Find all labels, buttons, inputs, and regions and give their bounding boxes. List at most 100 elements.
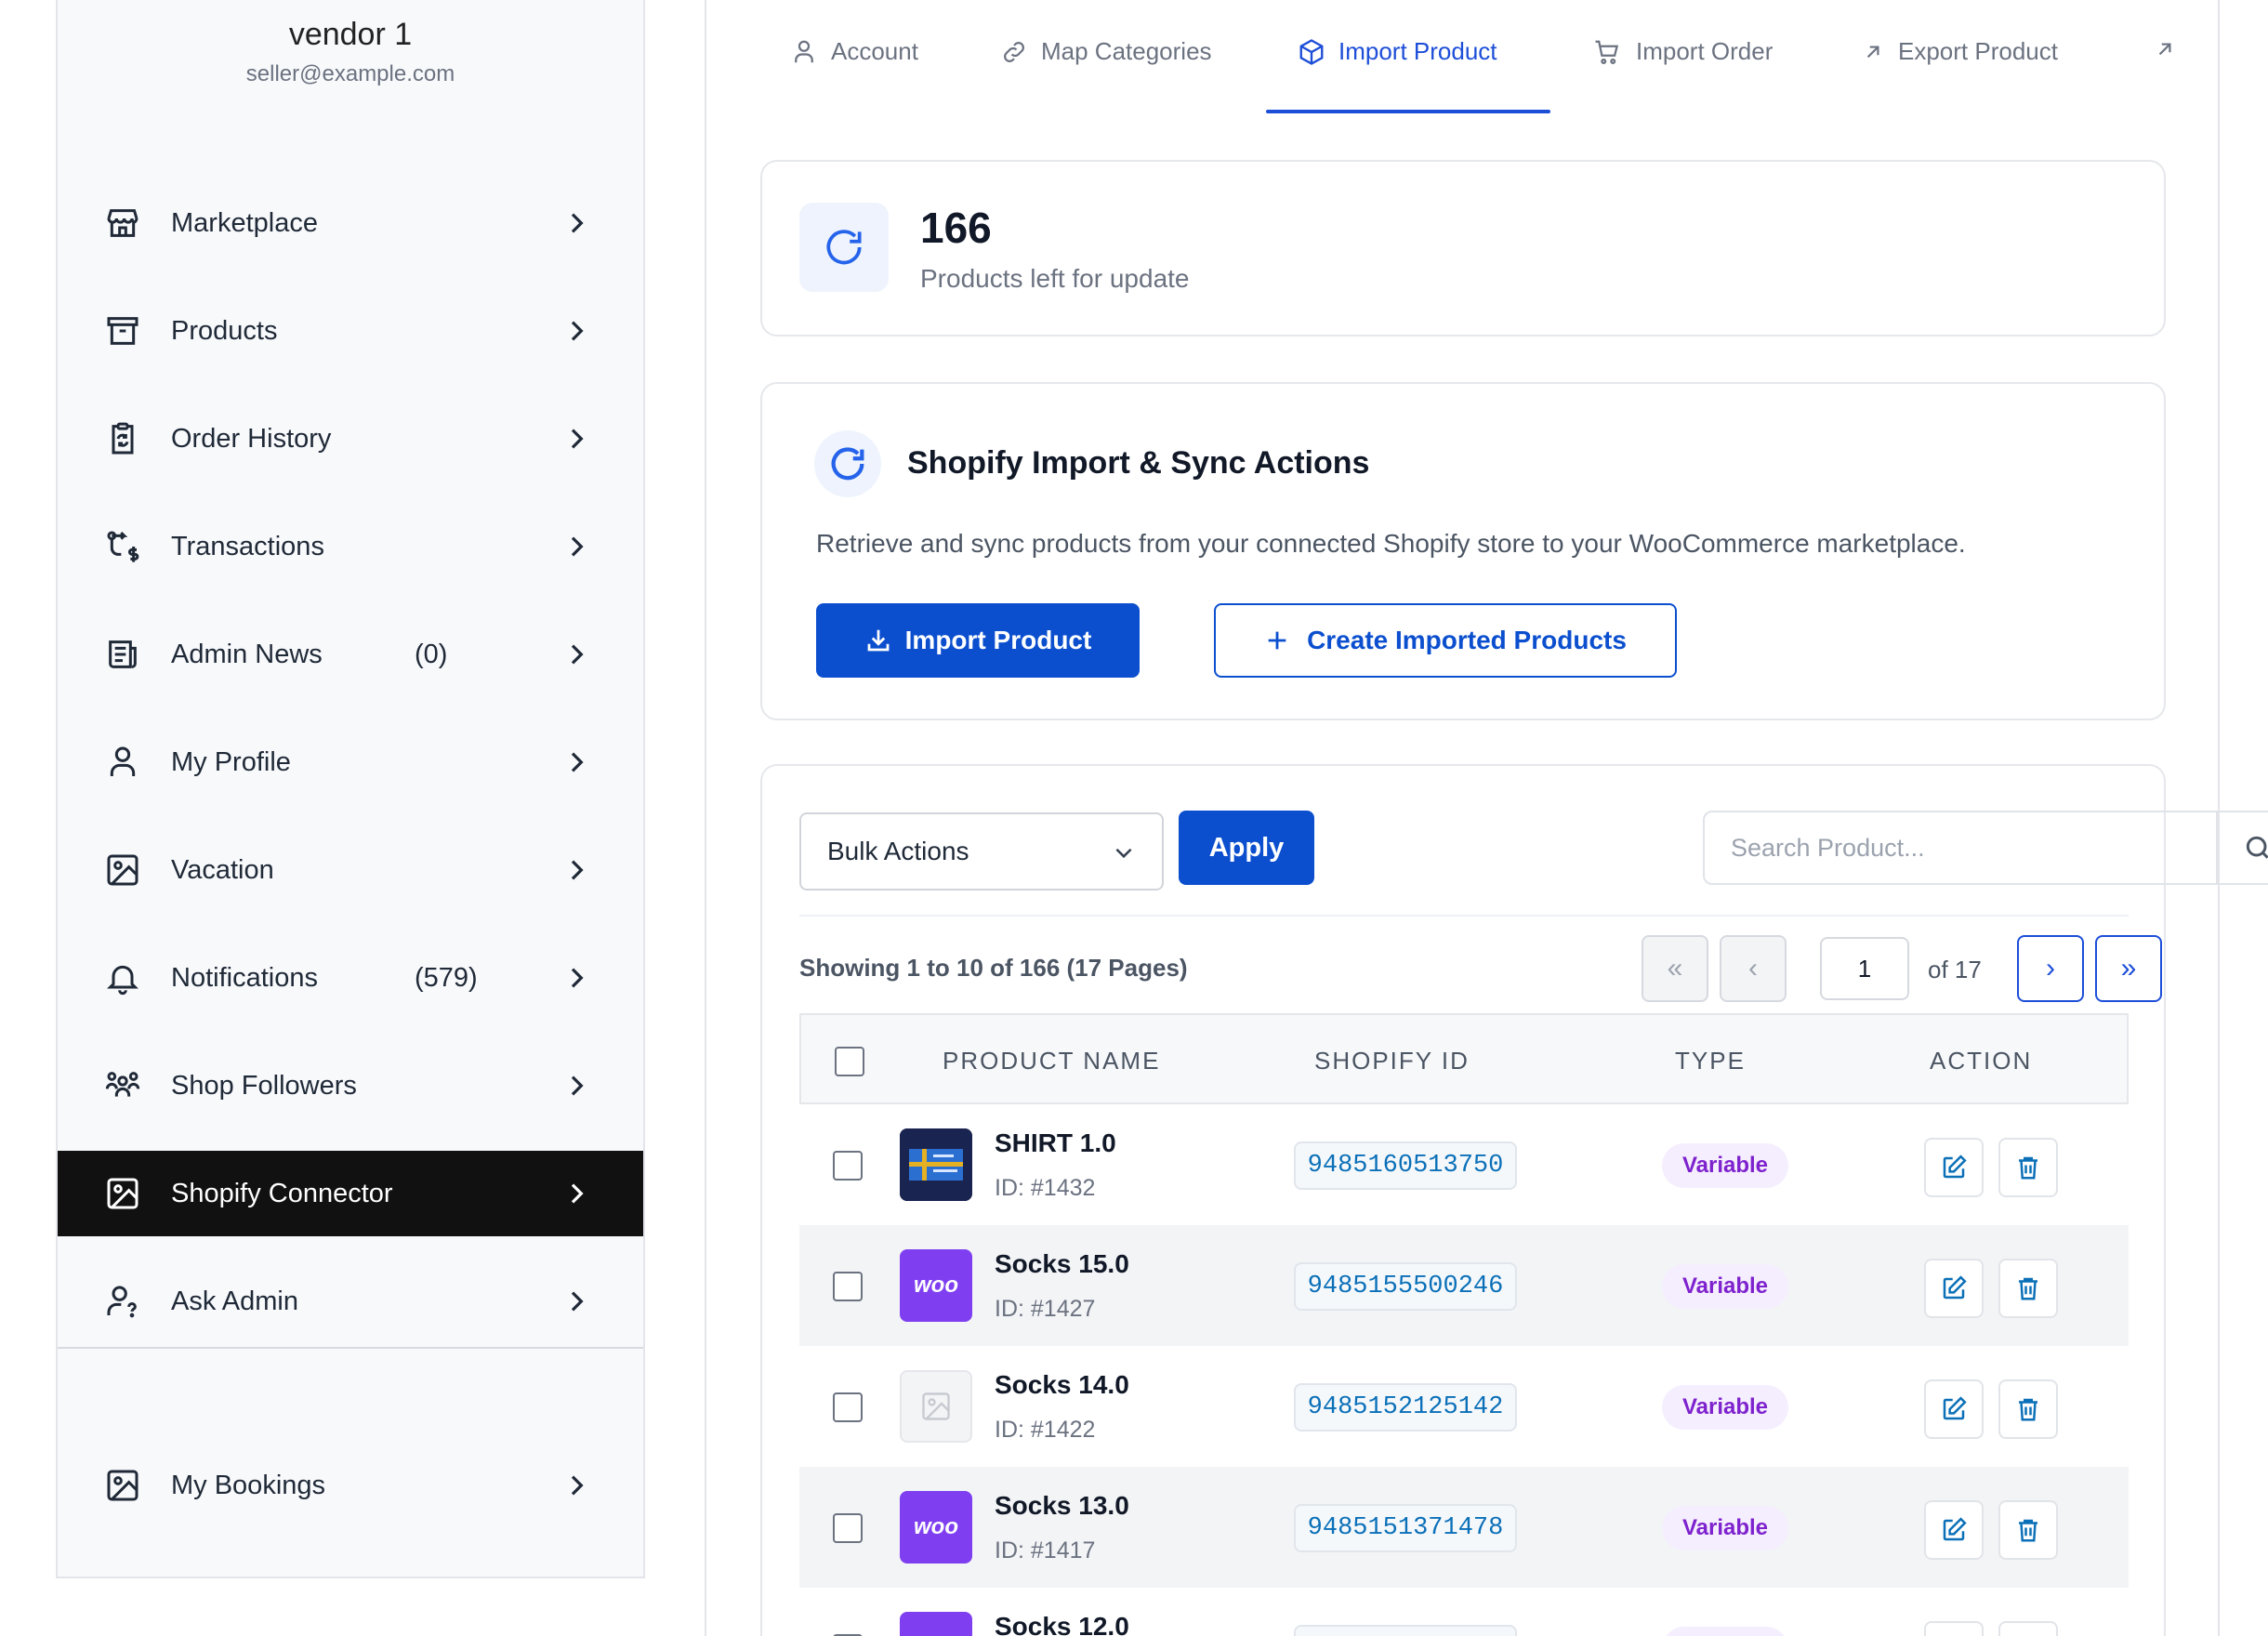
sidebar-item-ask-admin[interactable]: Ask Admin — [58, 1259, 643, 1344]
plus-icon — [1264, 627, 1307, 653]
tab-label: Import Product — [1338, 37, 1497, 65]
trash-icon — [2014, 1516, 2042, 1544]
newspaper-icon — [104, 636, 141, 673]
tab-bar: Account Map Categories Import Product Im… — [706, 0, 2218, 115]
product-thumbnail[interactable]: woo — [900, 1612, 972, 1636]
bulk-actions-value: Bulk Actions — [827, 837, 969, 865]
row-checkbox[interactable] — [833, 1151, 863, 1181]
create-imported-products-button[interactable]: Create Imported Products — [1214, 603, 1677, 678]
table-row: woo Socks 15.0 ID: #1427 9485155500246 V… — [799, 1225, 2129, 1346]
tab-label: Import Order — [1636, 37, 1774, 65]
delete-button[interactable] — [1998, 1379, 2058, 1439]
refresh-icon — [814, 430, 881, 497]
tab-account[interactable]: Account — [790, 37, 918, 66]
table-row: woo Socks 13.0 ID: #1417 9485151371478 V… — [799, 1467, 2129, 1588]
pagination-summary: Showing 1 to 10 of 166 (17 Pages) — [799, 954, 1188, 982]
row-checkbox[interactable] — [833, 1272, 863, 1301]
delete-button[interactable] — [1998, 1621, 2058, 1636]
search-input[interactable] — [1705, 812, 2216, 883]
arrow-up-right-icon — [1861, 40, 1898, 64]
product-name[interactable]: Socks 13.0 — [995, 1491, 1129, 1521]
edit-icon — [1940, 1274, 1968, 1302]
arrow-up-right-icon — [2153, 37, 2190, 61]
product-thumbnail[interactable] — [900, 1370, 972, 1443]
sidebar-item-marketplace[interactable]: Marketplace — [58, 180, 643, 266]
product-thumbnail[interactable]: woo — [900, 1249, 972, 1322]
delete-button[interactable] — [1998, 1500, 2058, 1560]
woo-logo: woo — [914, 1273, 958, 1298]
product-thumbnail[interactable] — [900, 1128, 972, 1201]
tab-label: Account — [831, 37, 918, 65]
sidebar: vendor 1 seller@example.com Marketplace … — [56, 0, 645, 1578]
sidebar-item-label: Marketplace — [171, 207, 318, 238]
product-id: ID: #1427 — [995, 1296, 1096, 1322]
link-icon — [1000, 38, 1041, 66]
product-thumbnail[interactable]: woo — [900, 1491, 972, 1563]
sidebar-item-transactions[interactable]: Transactions — [58, 504, 643, 589]
row-checkbox[interactable] — [833, 1392, 863, 1422]
chevron-right-icon — [561, 424, 591, 454]
edit-button[interactable] — [1924, 1621, 1984, 1636]
products-table-card: Bulk Actions Apply Showing 1 to 10 of 16… — [760, 764, 2268, 1636]
tab-overflow[interactable] — [2153, 37, 2190, 61]
sidebar-item-label: My Bookings — [171, 1470, 326, 1500]
sync-actions-card: Shopify Import & Sync Actions Retrieve a… — [760, 382, 2166, 720]
bell-icon — [104, 959, 141, 996]
product-name[interactable]: Socks 14.0 — [995, 1370, 1129, 1400]
table-row: Socks 14.0 ID: #1422 9485152125142 Varia… — [799, 1346, 2129, 1467]
products-left-count: 166 — [920, 204, 992, 252]
select-all-checkbox[interactable] — [835, 1047, 864, 1076]
sidebar-item-admin-news[interactable]: Admin News (0) — [58, 612, 643, 697]
tab-import-product[interactable]: Import Product — [1298, 37, 1497, 66]
type-badge — [1662, 1627, 1788, 1636]
sync-title: Shopify Import & Sync Actions — [907, 445, 1370, 481]
column-action: ACTION — [1930, 1047, 2033, 1075]
next-page-button[interactable]: › — [2017, 935, 2084, 1002]
delete-button[interactable] — [1998, 1138, 2058, 1197]
bulk-actions-select[interactable]: Bulk Actions — [799, 812, 1164, 891]
sidebar-divider — [58, 1347, 643, 1349]
sidebar-item-vacation[interactable]: Vacation — [58, 827, 643, 913]
page-number-input[interactable] — [1820, 937, 1909, 1000]
chevron-right-icon — [561, 963, 591, 993]
table-row: SHIRT 1.0 ID: #1432 9485160513750 Variab… — [799, 1104, 2129, 1225]
edit-button[interactable] — [1924, 1259, 1984, 1318]
apply-button[interactable]: Apply — [1179, 811, 1314, 885]
tab-map-categories[interactable]: Map Categories — [1000, 37, 1212, 66]
table-row: woo Socks 12.0 — [799, 1588, 2129, 1636]
product-name[interactable]: Socks 12.0 — [995, 1612, 1129, 1636]
cart-icon — [1591, 38, 1636, 66]
first-page-button[interactable]: « — [1642, 935, 1708, 1002]
chevron-right-icon — [561, 747, 591, 777]
tab-import-order[interactable]: Import Order — [1591, 37, 1773, 66]
delete-button[interactable] — [1998, 1259, 2058, 1318]
search-button[interactable] — [2216, 812, 2268, 883]
sidebar-item-notifications[interactable]: Notifications (579) — [58, 935, 643, 1021]
sidebar-item-my-profile[interactable]: My Profile — [58, 719, 643, 805]
column-product-name: PRODUCT NAME — [943, 1047, 1161, 1075]
user-icon — [790, 38, 831, 66]
tab-export-product[interactable]: Export Product — [1861, 37, 2058, 66]
prev-page-button[interactable]: ‹ — [1720, 935, 1787, 1002]
product-name[interactable]: Socks 15.0 — [995, 1249, 1129, 1279]
product-id: ID: #1422 — [995, 1417, 1096, 1443]
sidebar-item-shop-followers[interactable]: Shop Followers — [58, 1043, 643, 1128]
products-left-card: 166 Products left for update — [760, 160, 2166, 336]
row-checkbox[interactable] — [833, 1513, 863, 1543]
active-tab-indicator — [1266, 110, 1550, 113]
search-box — [1703, 811, 2268, 885]
sidebar-item-shopify-connector[interactable]: Shopify Connector — [58, 1151, 643, 1236]
users-group-icon — [104, 1067, 141, 1104]
sidebar-item-my-bookings[interactable]: My Bookings — [58, 1443, 643, 1528]
edit-button[interactable] — [1924, 1500, 1984, 1560]
sidebar-item-products[interactable]: Products — [58, 288, 643, 374]
sidebar-item-order-history[interactable]: Order History — [58, 396, 643, 482]
sidebar-item-label: Transactions — [171, 531, 324, 561]
import-product-button[interactable]: Import Product — [816, 603, 1140, 678]
edit-button[interactable] — [1924, 1379, 1984, 1439]
sidebar-item-label: Shop Followers — [171, 1070, 357, 1101]
last-page-button[interactable]: » — [2095, 935, 2162, 1002]
edit-button[interactable] — [1924, 1138, 1984, 1197]
user-question-icon — [104, 1283, 141, 1320]
product-name[interactable]: SHIRT 1.0 — [995, 1128, 1116, 1158]
